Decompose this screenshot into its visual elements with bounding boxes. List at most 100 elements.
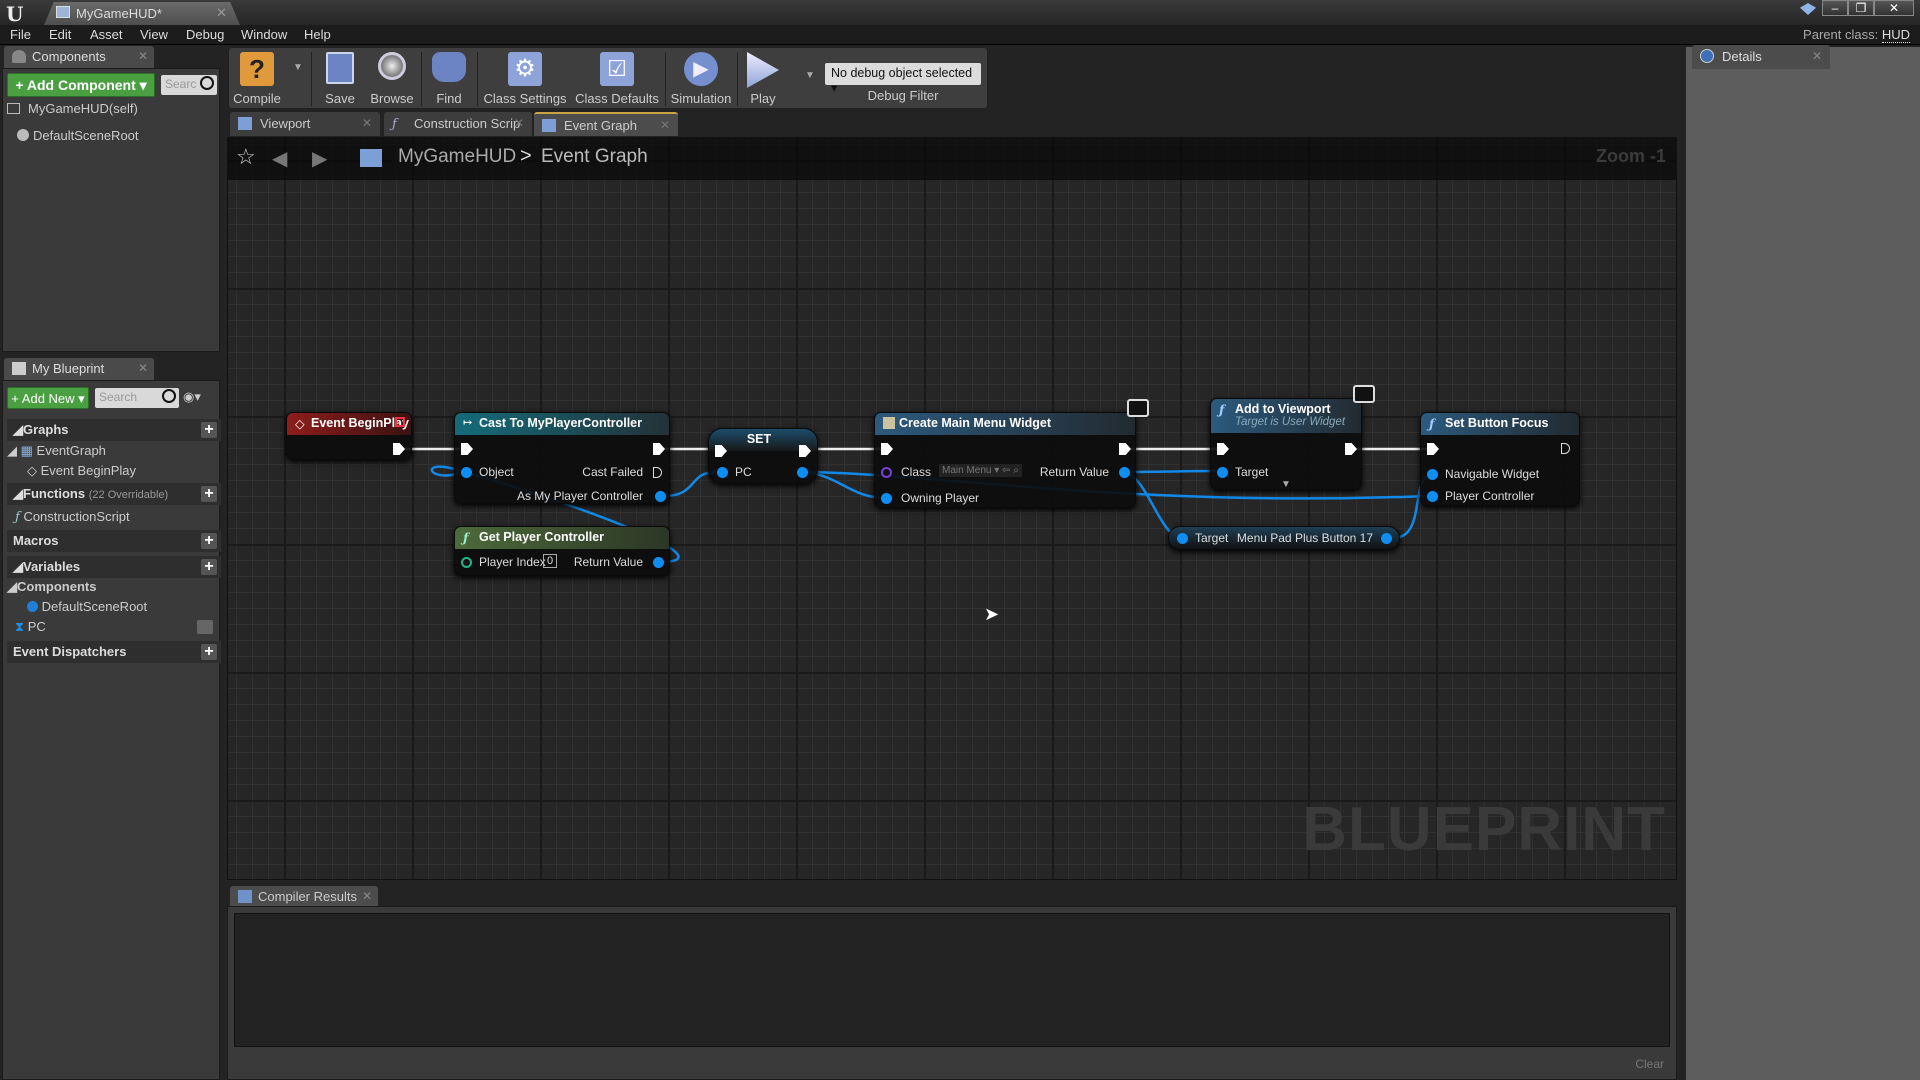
add-function-button[interactable]: + [201, 486, 217, 502]
exec-out-pin[interactable] [393, 443, 405, 455]
return-value-pin[interactable] [1119, 467, 1130, 478]
pc-input-pin[interactable] [717, 467, 728, 478]
back-arrow-icon[interactable]: ◀ [272, 146, 287, 171]
node-add-to-viewport[interactable]: ƒ Add to Viewport Target is User Widget … [1210, 385, 1375, 490]
close-tab-icon[interactable]: ✕ [514, 116, 524, 130]
exec-out-pin[interactable] [1119, 443, 1131, 455]
add-component-button[interactable]: + Add Component ▾ [7, 73, 155, 97]
blueprint-search-input[interactable]: Search [95, 388, 179, 408]
node-get-menu-pad-plus-button[interactable]: Target Menu Pad Plus Button 17 [1168, 526, 1400, 550]
section-graphs[interactable]: ◢Graphs + [7, 419, 221, 441]
menu-file[interactable]: File [10, 27, 31, 42]
button-output-pin[interactable] [1381, 533, 1392, 544]
node-set-button-focus[interactable]: ƒ Set Button Focus Navigable Widget Play… [1420, 412, 1580, 506]
visibility-eye-icon[interactable]: ◉▾ [183, 389, 201, 405]
exec-in-pin[interactable] [881, 443, 893, 455]
close-tab-icon[interactable]: ✕ [362, 889, 372, 903]
section-functions[interactable]: ◢Functions (22 Overridable) + [7, 483, 221, 505]
node-create-main-menu-widget[interactable]: Create Main Menu Widget Class Main Menu … [874, 399, 1149, 508]
document-tab[interactable]: MyGameHUD* ✕ [44, 2, 240, 25]
class-pin[interactable] [881, 467, 892, 478]
close-tab-icon[interactable]: ✕ [138, 361, 148, 375]
as-player-controller-pin[interactable] [655, 491, 666, 502]
add-graph-button[interactable]: + [201, 422, 217, 438]
menu-edit[interactable]: Edit [49, 27, 71, 42]
event-graph-canvas[interactable]: ☆ ◀ ▶ MyGameHUD > Event Graph Zoom -1 ◇ … [227, 137, 1677, 880]
object-pin[interactable] [461, 467, 472, 478]
minimize-button[interactable]: – [1822, 0, 1848, 16]
player-index-pin[interactable] [461, 557, 472, 568]
my-blueprint-tab[interactable]: My Blueprint ✕ [4, 358, 154, 380]
parent-class-link[interactable]: HUD [1881, 27, 1910, 43]
compile-options-dropdown[interactable]: ▼ [293, 62, 303, 73]
delegate-pin-icon[interactable] [395, 417, 405, 427]
pc-output-pin[interactable] [797, 467, 808, 478]
node-set-pc[interactable]: SET PC [708, 428, 818, 484]
menu-debug[interactable]: Debug [186, 27, 224, 42]
simulation-button[interactable]: ▶ Simulation [669, 50, 733, 108]
visibility-toggle-icon[interactable] [197, 620, 213, 634]
save-button[interactable]: Save [317, 50, 363, 108]
browse-button[interactable]: Browse [365, 50, 419, 108]
add-new-button[interactable]: + Add New ▾ [7, 387, 89, 409]
exec-out-pin[interactable] [653, 443, 665, 455]
node-get-player-controller[interactable]: ƒ Get Player Controller Player Index 0 R… [454, 526, 670, 576]
favorite-star-icon[interactable]: ☆ [236, 144, 256, 170]
player-index-input[interactable]: 0 [543, 554, 558, 568]
component-item-self[interactable]: MyGameHUD(self) [7, 101, 215, 121]
graph-item-eventgraph[interactable]: ◢ ▦ EventGraph [7, 443, 215, 463]
menu-view[interactable]: View [140, 27, 168, 42]
clear-button[interactable]: Clear [1635, 1057, 1664, 1071]
exec-in-pin[interactable] [1427, 443, 1439, 455]
cast-failed-pin[interactable] [653, 467, 662, 478]
target-pin[interactable] [1177, 533, 1188, 544]
exec-in-pin[interactable] [461, 443, 473, 455]
section-macros[interactable]: Macros + [7, 530, 221, 552]
player-controller-pin[interactable] [1427, 491, 1438, 502]
close-tab-icon[interactable]: ✕ [216, 5, 227, 21]
menu-help[interactable]: Help [304, 27, 331, 42]
class-defaults-button[interactable]: ☑ Class Defaults [573, 50, 661, 108]
close-button[interactable]: ✕ [1874, 0, 1914, 16]
components-tab[interactable]: Components ✕ [4, 46, 154, 68]
close-tab-icon[interactable]: ✕ [138, 49, 148, 63]
menu-asset[interactable]: Asset [90, 27, 123, 42]
components-search-input[interactable]: Searc [161, 75, 217, 95]
return-value-pin[interactable] [653, 557, 664, 568]
variable-item-default-scene-root[interactable]: DefaultSceneRoot [27, 599, 215, 619]
add-variable-button[interactable]: + [201, 559, 217, 575]
close-tab-icon[interactable]: ✕ [362, 116, 372, 130]
variable-item-pc[interactable]: ⧗ PC [15, 619, 215, 639]
advanced-expand-icon[interactable]: ▼ [1281, 479, 1291, 490]
exec-in-pin[interactable] [1217, 443, 1229, 455]
debug-object-select[interactable]: No debug object selected ▾ [825, 63, 981, 95]
tab-construction-script[interactable]: ƒ Construction Scrip ✕ [384, 112, 532, 136]
exec-out-pin[interactable] [1345, 443, 1357, 455]
class-select[interactable]: Main Menu ▾ ⇦ ⌕ [939, 464, 1022, 477]
forward-arrow-icon[interactable]: ▶ [312, 146, 327, 171]
learn-cap-icon[interactable] [1800, 3, 1816, 15]
target-pin[interactable] [1217, 467, 1228, 478]
add-macro-button[interactable]: + [201, 533, 217, 549]
node-event-beginplay[interactable]: ◇ Event BeginPlay [286, 412, 412, 460]
find-button[interactable]: Find [425, 50, 473, 108]
play-button[interactable]: Play [741, 50, 785, 108]
variable-category-components[interactable]: ◢Components [7, 579, 215, 599]
compiler-results-tab[interactable]: Compiler Results ✕ [230, 886, 378, 908]
tab-viewport[interactable]: Viewport ✕ [230, 112, 380, 136]
component-item-default-scene-root[interactable]: DefaultSceneRoot [17, 128, 215, 148]
close-tab-icon[interactable]: ✕ [1812, 49, 1822, 63]
graph-item-event-beginplay[interactable]: ◇ Event BeginPlay [27, 463, 215, 483]
section-event-dispatchers[interactable]: Event Dispatchers + [7, 641, 221, 663]
close-tab-icon[interactable]: ✕ [660, 118, 670, 132]
node-cast-to-myplayercontroller[interactable]: ↦ Cast To MyPlayerController Object Cast… [454, 412, 670, 504]
add-dispatcher-button[interactable]: + [201, 644, 217, 660]
section-variables[interactable]: ◢Variables + [7, 556, 221, 578]
class-settings-button[interactable]: ⚙ Class Settings [481, 50, 569, 108]
breadcrumb-root[interactable]: MyGameHUD [398, 146, 516, 168]
restore-button[interactable]: ❐ [1848, 0, 1874, 16]
function-item-constructionscript[interactable]: ƒ ConstructionScript [15, 509, 215, 529]
menu-window[interactable]: Window [241, 27, 287, 42]
exec-out-pin[interactable] [1561, 443, 1570, 454]
owning-player-pin[interactable] [881, 493, 892, 504]
